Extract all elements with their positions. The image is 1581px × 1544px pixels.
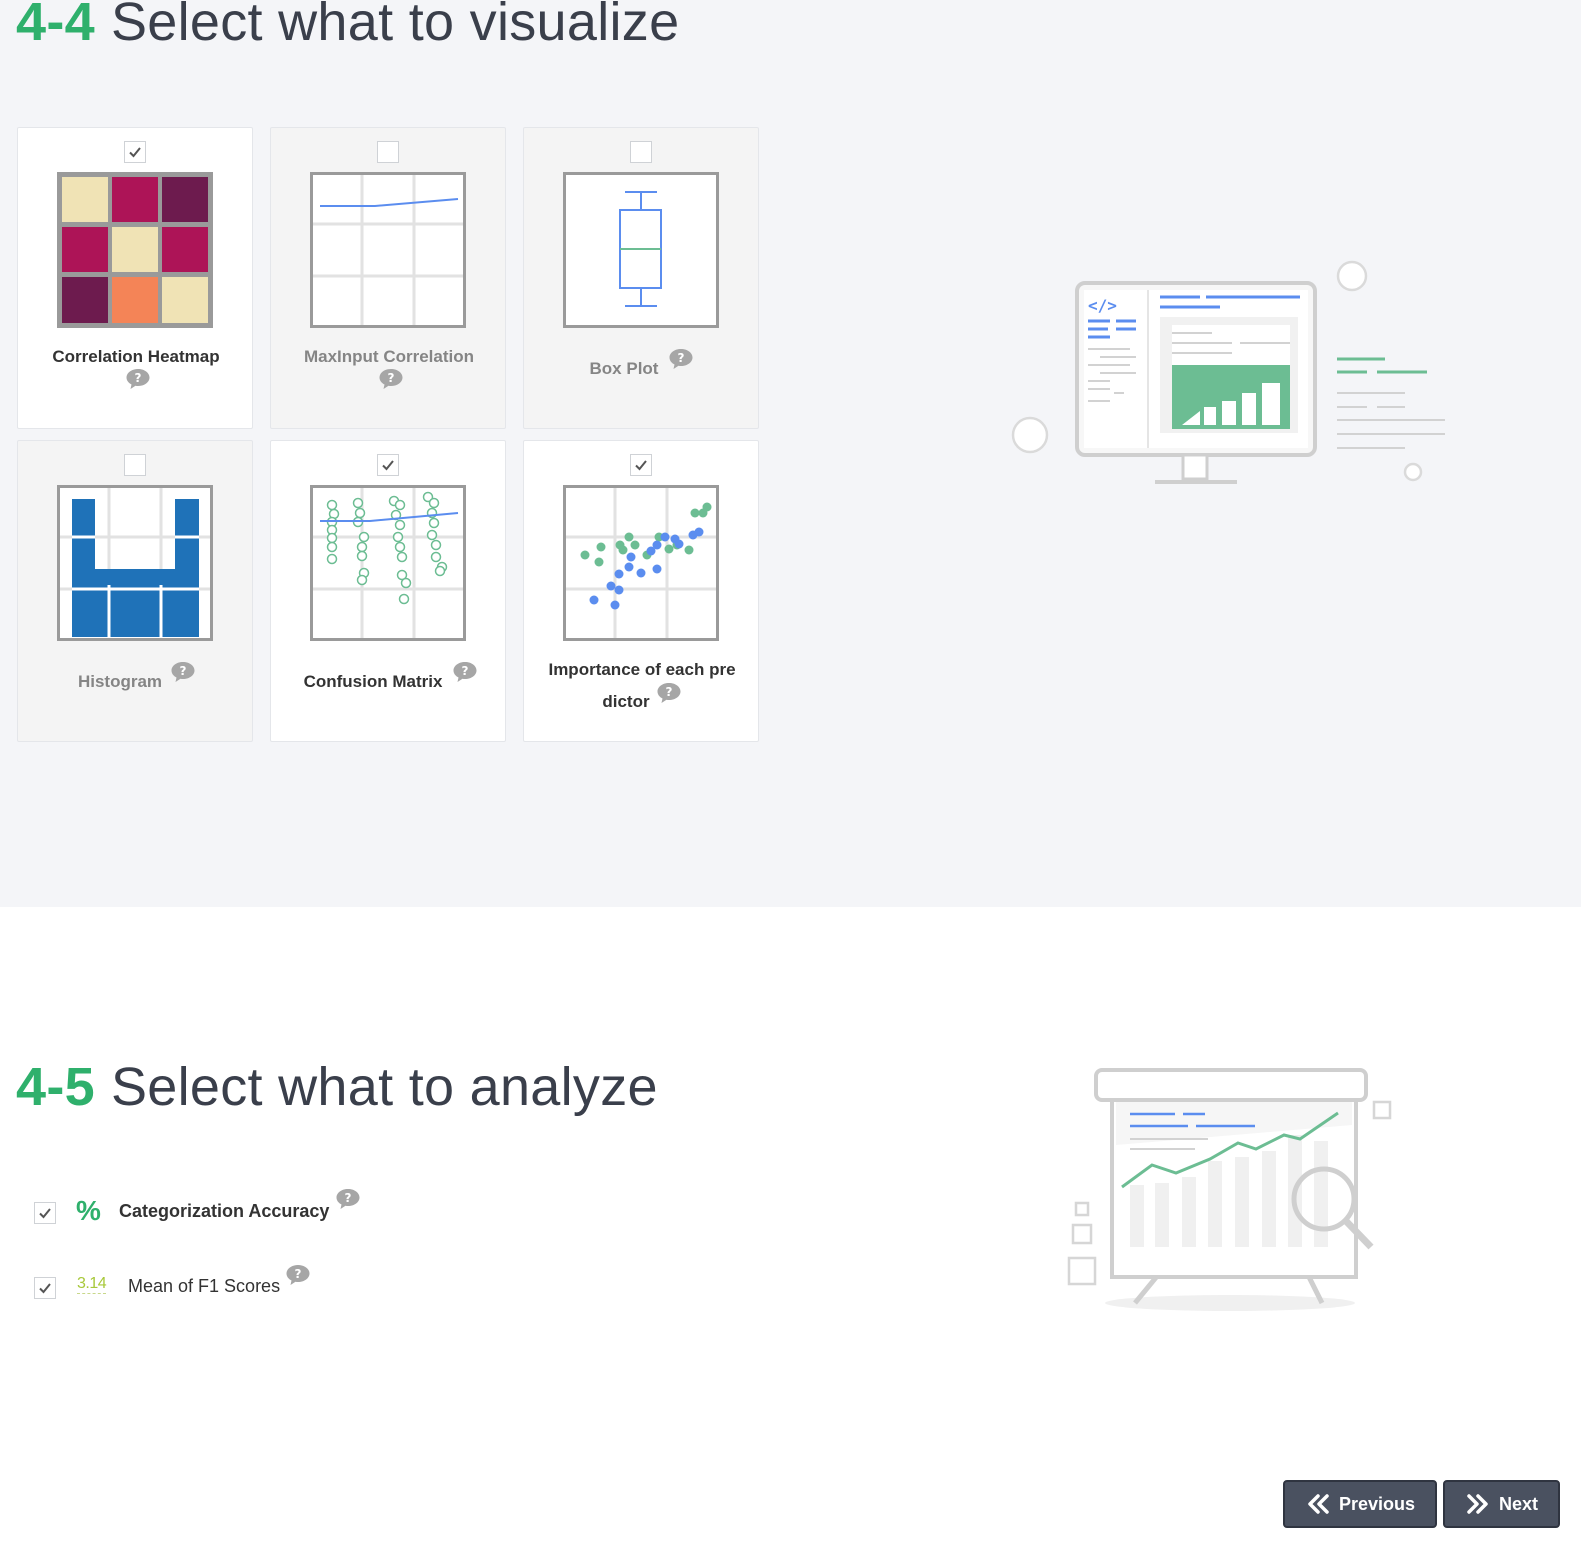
double-chevron-right-icon [1467,1494,1488,1514]
importance-predictor-checkbox[interactable] [630,454,652,476]
card-correlation-heatmap[interactable]: Correlation Heatmap ? [17,127,253,429]
percent-icon: % [76,1195,101,1226]
heatmap-thumbnail [57,172,213,328]
help-icon[interactable]: ? [668,348,694,370]
visualize-title-text: Select what to visualize [110,0,680,52]
mean-f1-label: Mean of F1 Scores [128,1276,281,1296]
help-icon[interactable]: ? [656,682,682,704]
next-label: Next [1498,1493,1538,1514]
analyze-title-text: Select what to analyze [110,1057,658,1117]
strip-plot-thumbnail [310,485,466,641]
mean-f1-checkbox[interactable] [34,1277,56,1299]
card-importance-of-each-predictor[interactable]: Importance of each pre dictor ? [523,440,759,742]
card-box-plot[interactable]: Box Plot ? [523,127,759,429]
next-button[interactable]: Next [1443,1480,1560,1528]
number-icon: 3.14 [77,1275,107,1294]
presentation-illustration [1067,1068,1392,1311]
svg-text:?: ? [135,371,142,385]
help-icon[interactable]: ? [378,368,404,390]
card-histogram[interactable]: Histogram ? [17,440,253,742]
svg-text:?: ? [678,351,685,365]
analyze-section-number: 4-5 [16,1057,95,1117]
svg-text:?: ? [345,1191,352,1205]
histogram-checkbox[interactable] [124,454,146,476]
help-icon[interactable]: ? [125,368,151,390]
importance-predictor-label-line1: Importance of each pre [548,660,736,679]
scatter-plot-thumbnail [563,485,719,641]
monitor-illustration: </> [1011,260,1445,484]
svg-text:</>: </> [1088,296,1117,315]
previous-label: Previous [1338,1493,1416,1514]
analyze-title: 4-5 Select what to analyze [16,1060,658,1114]
svg-text:?: ? [180,664,187,678]
svg-text:?: ? [666,685,673,699]
checkmark-icon [129,147,141,158]
visualize-section: 4-4 Select what to visualize Correlation … [0,0,1581,907]
maxinput-correlation-checkbox[interactable] [377,141,399,163]
help-icon[interactable]: ? [285,1264,311,1286]
checkmark-icon [39,1283,51,1294]
box-plot-checkbox[interactable] [630,141,652,163]
correlation-heatmap-checkbox[interactable] [124,141,146,163]
checkmark-icon [39,1208,51,1219]
svg-text:?: ? [295,1267,302,1281]
card-maxinput-correlation[interactable]: MaxInput Correlation ? [270,127,506,429]
help-icon[interactable]: ? [335,1188,361,1210]
histogram-thumbnail [57,485,213,641]
maxinput-correlation-label: MaxInput Correlation [303,347,474,366]
histogram-label: Histogram [77,672,163,691]
importance-predictor-label-line2: dictor [602,692,650,711]
box-plot-thumbnail [563,172,719,328]
previous-button[interactable]: Previous [1283,1480,1437,1528]
visualize-title: 4-4 Select what to visualize [16,0,679,49]
svg-text:?: ? [462,664,469,678]
help-icon[interactable]: ? [170,661,196,683]
visualize-section-number: 4-4 [16,0,95,52]
correlation-heatmap-label: Correlation Heatmap [52,347,220,366]
checkmark-icon [635,460,647,471]
box-plot-label: Box Plot [589,359,659,378]
categorization-accuracy-checkbox[interactable] [34,1202,56,1224]
card-confusion-matrix[interactable]: Confusion Matrix ? [270,440,506,742]
confusion-matrix-checkbox[interactable] [377,454,399,476]
double-chevron-left-icon [1308,1494,1329,1514]
categorization-accuracy-label: Categorization Accuracy [119,1201,330,1221]
svg-text:?: ? [388,371,395,385]
checkmark-icon [382,460,394,471]
line-chart-thumbnail [310,172,466,328]
help-icon[interactable]: ? [452,661,478,683]
